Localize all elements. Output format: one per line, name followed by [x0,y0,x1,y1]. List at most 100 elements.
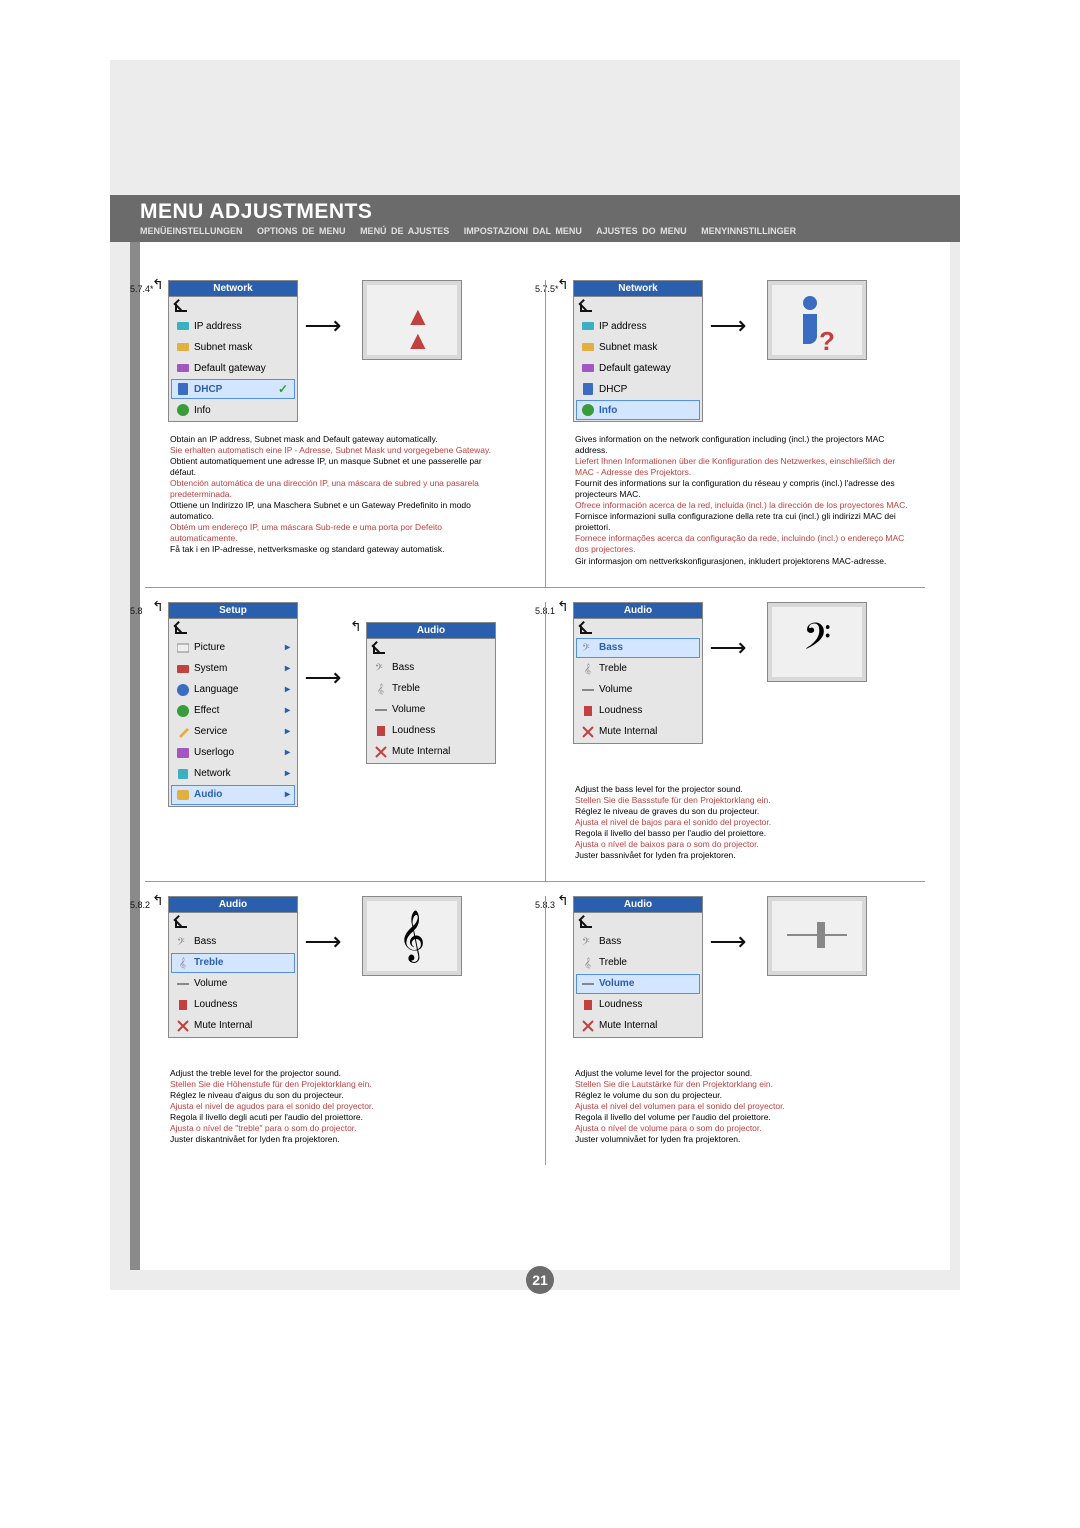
svg-text:𝄢: 𝄢 [177,936,185,948]
treble-icon: 𝄞 [581,956,595,970]
language-icon [176,683,190,697]
loudness-icon [581,998,595,1012]
back-icon [173,300,187,312]
setup-menu: Setup Picture▸ System▸ Language▸ Effect▸… [168,602,298,807]
bass-icon: 𝄢 [176,935,190,949]
network-menu-575: Network IP address Subnet mask Default g… [573,280,703,422]
page-number: 21 [0,1266,1080,1294]
back-icon [578,916,592,928]
flow-arrow-icon: ⟶ [703,632,753,663]
mute-icon [581,725,595,739]
dhcp-icon [176,382,190,396]
menu-title: Audio [574,897,702,913]
corner-tab-icon: ↰ [152,892,164,909]
back-icon [371,642,385,654]
page-title: MENU ADJUSTMENTS [140,200,930,224]
menu-title: Setup [169,603,297,619]
service-icon [176,725,190,739]
bass-icon: 𝄢 [581,641,595,655]
back-icon [578,622,592,634]
sec-num-582: 5.8.2 [130,900,150,910]
illust-info: ? [767,280,867,360]
info-icon-small [176,403,190,417]
picture-icon [176,641,190,655]
flow-arrow-icon: ⟶ [703,926,753,957]
menu-title: Network [169,281,297,297]
desc-583: Adjust the volume level for the projecto… [575,1068,915,1145]
svg-text:𝄞: 𝄞 [584,663,591,675]
back-icon [173,622,187,634]
sub-pt: AJUSTES DO MENU [596,226,687,236]
menu-title: Audio [367,623,495,639]
ip-icon [176,319,190,333]
volume-icon [581,977,595,991]
effect-icon [176,704,190,718]
gateway-icon [581,361,595,375]
loudness-icon [581,704,595,718]
corner-tab-icon: ↰ [557,598,569,615]
svg-text:𝄞: 𝄞 [179,957,186,969]
illust-treble-clef: 𝄞 [362,896,462,976]
mute-icon [581,1019,595,1033]
loudness-icon [374,724,388,738]
corner-tab-icon: ↰ [350,618,362,635]
desc-575: Gives information on the network configu… [575,434,915,567]
desc-582: Adjust the treble level for the projecto… [170,1068,510,1145]
sub-es: MENÚ DE AJUSTES [360,226,449,236]
treble-icon: 𝄞 [176,956,190,970]
page-subtitle: MENÜEINSTELLUNGEN OPTIONS DE MENU MENÚ D… [140,226,930,236]
illust-up-arrows: ▲▲ [362,280,462,360]
svg-text:𝄢: 𝄢 [375,662,383,674]
audio-submenu: Audio 𝄢Bass 𝄞Treble Volume Loudness Mute… [366,622,496,764]
flow-arrow-icon: ⟶ [298,926,348,957]
bass-icon: 𝄢 [581,935,595,949]
subnet-icon [176,340,190,354]
sec-num-58: 5.8 [130,606,143,616]
mute-icon [176,1019,190,1033]
sub-no: MENYINNSTILLINGER [701,226,796,236]
corner-tab-icon: ↰ [557,892,569,909]
corner-tab-icon: ↰ [152,276,164,293]
sec-num-574: 5.7.4* [130,284,154,294]
desc-574: Obtain an IP address, Subnet mask and De… [170,434,510,556]
illust-volume-slider [767,896,867,976]
check-icon: ✓ [278,382,288,396]
system-icon [176,662,190,676]
volume-icon [374,703,388,717]
menu-title: Audio [169,897,297,913]
flow-arrow-icon: ⟶ [703,310,753,341]
userlogo-icon [176,746,190,760]
sub-fr: OPTIONS DE MENU [257,226,346,236]
page-header: MENU ADJUSTMENTS MENÜEINSTELLUNGEN OPTIO… [110,195,960,242]
audio-icon [176,788,190,802]
svg-text:𝄢: 𝄢 [582,936,590,948]
loudness-icon [176,998,190,1012]
network-icon [176,767,190,781]
subnet-icon [581,340,595,354]
treble-icon: 𝄞 [374,682,388,696]
svg-text:𝄢: 𝄢 [582,642,590,654]
corner-tab-icon: ↰ [152,598,164,615]
desc-581: Adjust the bass level for the projector … [575,784,915,861]
volume-icon [176,977,190,991]
sub-it: IMPOSTAZIONI DAL MENU [464,226,582,236]
back-icon [173,916,187,928]
illust-bass-clef: 𝄢 [767,602,867,682]
bass-icon: 𝄢 [374,661,388,675]
network-menu-574: Network IP address Subnet mask Default g… [168,280,298,422]
back-icon [578,300,592,312]
menu-title: Network [574,281,702,297]
audio-menu-582: Audio 𝄢Bass 𝄞Treble Volume Loudness Mute… [168,896,298,1038]
gateway-icon [176,361,190,375]
ip-icon [581,319,595,333]
dhcp-icon [581,382,595,396]
flow-arrow-icon: ⟶ [298,310,348,341]
treble-icon: 𝄞 [581,662,595,676]
audio-menu-583: Audio 𝄢Bass 𝄞Treble Volume Loudness Mute… [573,896,703,1038]
menu-title: Audio [574,603,702,619]
flow-arrow-icon: ⟶ [298,662,348,693]
info-icon-small [581,403,595,417]
volume-icon [581,683,595,697]
corner-tab-icon: ↰ [557,276,569,293]
svg-text:𝄞: 𝄞 [377,683,384,695]
